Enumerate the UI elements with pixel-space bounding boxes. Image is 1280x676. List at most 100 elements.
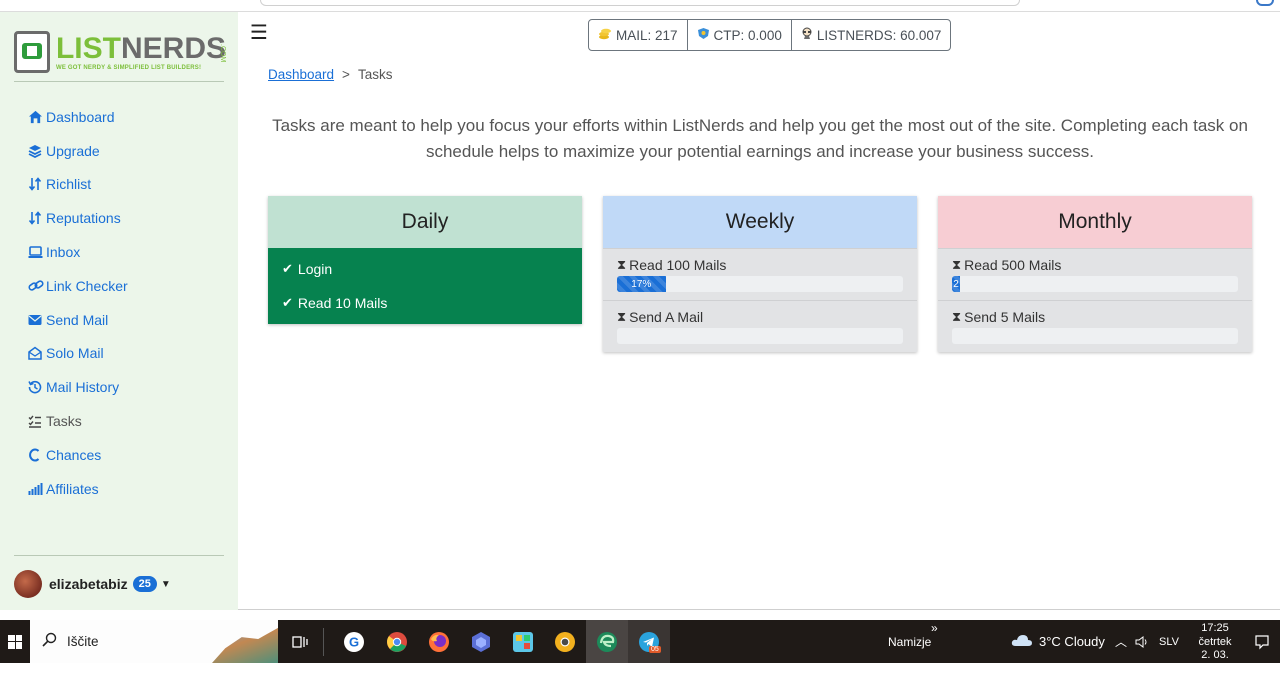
taskbar-clock[interactable]: 17:25 četrtek 2. 03. 2023 — [1192, 622, 1238, 676]
stat-listnerds[interactable]: LISTNERDS: 60.007 — [792, 20, 951, 50]
home-icon — [28, 110, 46, 124]
sidebar-item-inbox[interactable]: Inbox — [28, 235, 128, 269]
sort-icon — [28, 177, 46, 192]
sidebar-item-solo-mail[interactable]: Solo Mail — [28, 337, 128, 371]
daily-tasks-card: Daily ✔ Login ✔ Read 10 Mails — [268, 196, 582, 324]
sidebar-item-dashboard[interactable]: Dashboard — [28, 100, 128, 134]
tasks-intro-text: Tasks are meant to help you focus your e… — [272, 116, 1248, 161]
start-button[interactable] — [0, 620, 30, 663]
laptop-icon — [28, 245, 46, 259]
sidebar-divider — [14, 555, 224, 556]
sidebar-item-reputations[interactable]: Reputations — [28, 201, 128, 235]
app-hexagon-icon[interactable] — [467, 628, 495, 656]
chrome-icon[interactable] — [383, 628, 411, 656]
sidebar-item-upgrade[interactable]: Upgrade — [28, 134, 128, 168]
weekly-tasks-card: Weekly ⧗ Read 100 Mails 17% ⧗ Send A Mail — [603, 196, 917, 352]
progress-bar — [952, 328, 1238, 344]
hourglass-icon: ⧗ — [952, 257, 962, 272]
task-item-pending: ⧗ Read 500 Mails 2 — [938, 248, 1252, 300]
nerd-glasses-icon — [14, 31, 50, 73]
sidebar: LISTNERDS WE GOT NERDY & SIMPLIFIED LIST… — [0, 12, 238, 610]
user-name: elizabetabiz — [49, 576, 128, 592]
layers-icon — [28, 144, 46, 158]
task-item-completed: ✔ Read 10 Mails — [282, 295, 388, 311]
task-item-completed: ✔ Login — [282, 261, 333, 277]
progress-bar: 2 — [952, 276, 1238, 292]
sidebar-item-link-checker[interactable]: Link Checker — [28, 269, 128, 303]
user-level-badge: 25 — [132, 576, 157, 592]
firefox-icon[interactable] — [425, 628, 453, 656]
toolbar-chevron[interactable]: » — [931, 621, 938, 635]
svg-text:G: G — [349, 635, 359, 650]
sort-icon — [28, 211, 46, 226]
progress-bar — [617, 328, 903, 344]
sidebar-divider — [14, 81, 224, 82]
card-title: Monthly — [938, 196, 1252, 248]
notifications-icon[interactable] — [1254, 620, 1270, 663]
app-window: LISTNERDS WE GOT NERDY & SIMPLIFIED LIST… — [0, 12, 1280, 610]
balance-stats: MAIL: 217 CTP: 0.000 LISTNERDS: 60.007 — [588, 19, 952, 51]
logo-com: .COM — [219, 44, 226, 63]
breadcrumb-link-dashboard[interactable]: Dashboard — [268, 67, 334, 82]
breadcrumb-separator: > — [342, 67, 350, 82]
history-icon — [28, 380, 46, 394]
envelope-icon — [28, 314, 46, 326]
c-icon — [28, 448, 46, 462]
cloud-icon — [1011, 633, 1033, 650]
progress-bar: 17% — [617, 276, 903, 292]
task-view-icon[interactable] — [286, 628, 314, 656]
search-icon — [42, 632, 57, 651]
caret-down-icon: ▼ — [160, 578, 171, 590]
hamburger-menu-button[interactable]: ☰ — [250, 20, 268, 45]
weather-widget[interactable]: 3°C Cloudy — [1011, 620, 1105, 663]
taskbar-search[interactable]: Iščite — [30, 620, 278, 663]
stat-ctp[interactable]: CTP: 0.000 — [688, 20, 792, 50]
listnerds-logo[interactable]: LISTNERDS WE GOT NERDY & SIMPLIFIED LIST… — [14, 24, 226, 80]
signal-icon — [28, 482, 46, 496]
avatar — [14, 570, 42, 598]
shield-icon — [697, 27, 710, 43]
grammarly-icon[interactable]: G — [340, 628, 368, 656]
coins-icon — [598, 27, 612, 43]
windows-logo-icon — [8, 634, 22, 649]
taskbar-divider — [323, 628, 324, 656]
card-title: Daily — [268, 196, 582, 248]
sidebar-item-tasks[interactable]: Tasks — [28, 404, 128, 438]
task-item-pending: ⧗ Send 5 Mails — [938, 300, 1252, 352]
browser-top-strip — [0, 0, 1280, 12]
edge-dev-icon[interactable] — [593, 628, 621, 656]
hourglass-icon: ⧗ — [617, 257, 627, 272]
windows-taskbar: Iščite G 05 » Namizje 3°C Cloudy ︿ SLV 1… — [0, 620, 1280, 675]
sidebar-item-send-mail[interactable]: Send Mail — [28, 303, 128, 337]
sidebar-item-affiliates[interactable]: Affiliates — [28, 472, 128, 506]
chat-icon[interactable] — [1256, 0, 1274, 6]
address-bar-remnant — [260, 0, 1020, 6]
speaker-icon[interactable] — [1135, 620, 1149, 663]
hourglass-icon: ⧗ — [617, 309, 627, 324]
envelope-open-icon — [28, 346, 46, 361]
hourglass-icon: ⧗ — [952, 309, 962, 324]
breadcrumb-current: Tasks — [357, 67, 393, 82]
language-indicator[interactable]: SLV — [1159, 620, 1179, 663]
check-icon: ✔ — [282, 295, 293, 310]
chrome-canary-icon[interactable] — [551, 628, 579, 656]
sidebar-item-richlist[interactable]: Richlist — [28, 168, 128, 202]
sidebar-item-mail-history[interactable]: Mail History — [28, 370, 128, 404]
telegram-badge: 05 — [649, 646, 661, 653]
task-item-pending: ⧗ Send A Mail — [603, 300, 917, 352]
game-app-icon[interactable] — [509, 628, 537, 656]
tray-show-hidden-icon[interactable]: ︿ — [1115, 620, 1127, 663]
desktop-toolbar[interactable]: Namizje — [888, 620, 931, 663]
monthly-tasks-card: Monthly ⧗ Read 500 Mails 2 ⧗ Send 5 Mails — [938, 196, 1252, 352]
clock-time: 17:25 — [1201, 622, 1229, 634]
checklist-icon — [28, 415, 46, 428]
stat-mail[interactable]: MAIL: 217 — [589, 20, 688, 50]
nerd-icon — [801, 27, 813, 43]
check-icon: ✔ — [282, 261, 293, 276]
sidebar-item-chances[interactable]: Chances — [28, 438, 128, 472]
user-menu[interactable]: elizabetabiz 25 ▼ — [14, 570, 171, 598]
logo-wordmark: LISTNERDS — [55, 31, 226, 65]
card-title: Weekly — [603, 196, 917, 248]
search-placeholder: Iščite — [67, 634, 99, 649]
link-icon — [28, 279, 46, 293]
